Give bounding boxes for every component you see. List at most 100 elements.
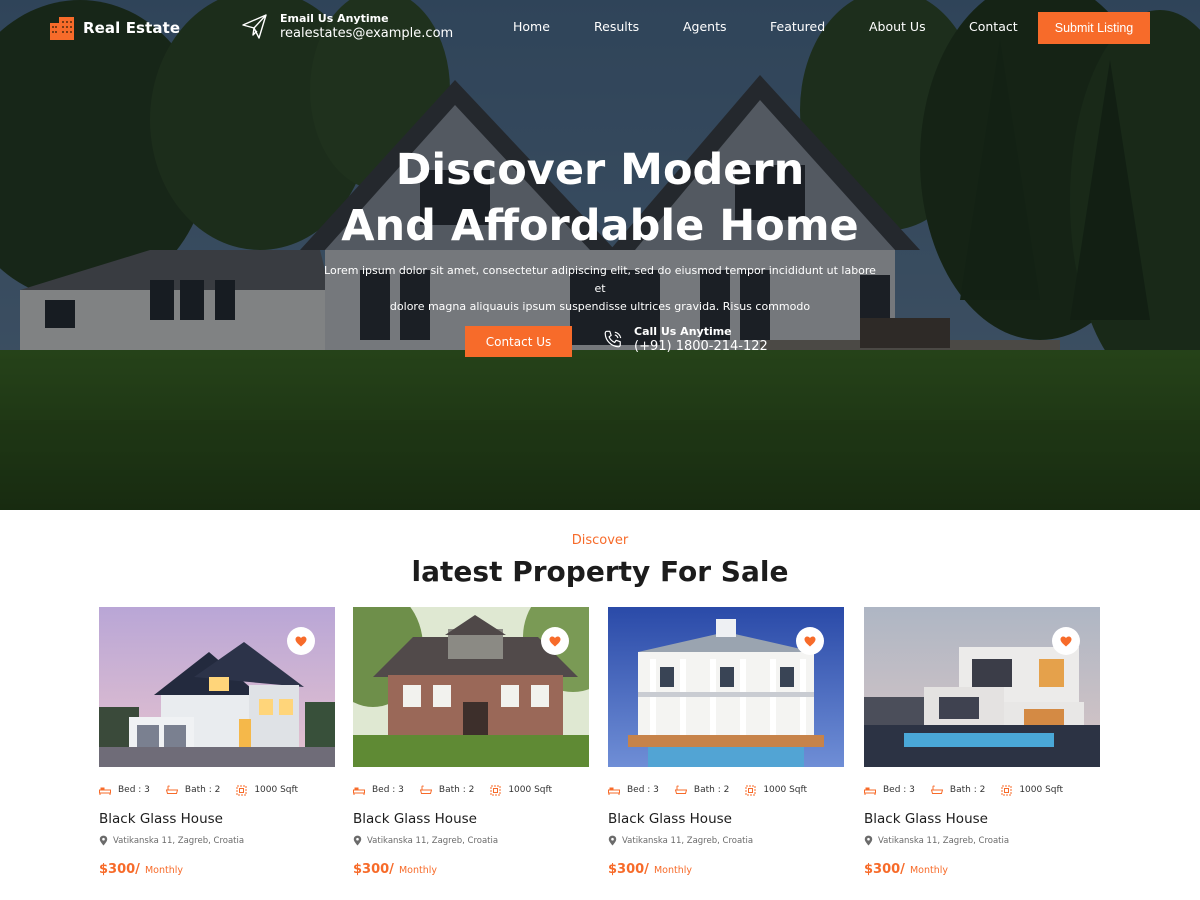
- bed-icon: [608, 787, 620, 795]
- bathtub-icon: [674, 785, 687, 794]
- property-card[interactable]: Bed : 3 Bath : 2 1000 Sqft Black Glass H…: [99, 607, 335, 892]
- bed-count: Bed : 3: [627, 785, 659, 795]
- bathtub-icon: [165, 785, 178, 794]
- property-card[interactable]: Bed : 3 Bath : 2 1000 Sqft Black Glass H…: [864, 607, 1100, 892]
- bath-feature: Bath : 2: [419, 785, 475, 795]
- map-pin-icon: [864, 835, 873, 846]
- property-features: Bed : 3 Bath : 2 1000 Sqft: [608, 783, 848, 797]
- bed-count: Bed : 3: [372, 785, 404, 795]
- property-card[interactable]: Bed : 3 Bath : 2 1000 Sqft Black Glass H…: [353, 607, 589, 892]
- nav-home[interactable]: Home: [513, 19, 550, 34]
- property-price: $300/ Monthly: [353, 862, 437, 877]
- hero-title-line-2: And Affordable Home: [341, 201, 859, 251]
- bath-count: Bath : 2: [693, 785, 730, 795]
- heart-icon: [804, 636, 816, 646]
- bath-count: Bath : 2: [184, 785, 221, 795]
- area-size: 1000 Sqft: [763, 785, 808, 795]
- bath-feature: Bath : 2: [165, 785, 221, 795]
- area-feature: 1000 Sqft: [490, 785, 552, 796]
- property-address: Vatikanska 11, Zagreb, Croatia: [608, 835, 753, 846]
- map-pin-icon: [353, 835, 362, 846]
- nav-featured[interactable]: Featured: [770, 19, 825, 34]
- bath-feature: Bath : 2: [930, 785, 986, 795]
- hero-banner: Real Estate Email Us Anytime realestates…: [0, 0, 1200, 510]
- nav-results[interactable]: Results: [594, 19, 639, 34]
- call-number[interactable]: (+91) 1800-214-122: [634, 339, 768, 354]
- favorite-button[interactable]: [796, 627, 824, 655]
- hero-description: Lorem ipsum dolor sit amet, consectetur …: [320, 262, 880, 316]
- bed-count: Bed : 3: [883, 785, 915, 795]
- bath-feature: Bath : 2: [674, 785, 730, 795]
- property-features: Bed : 3 Bath : 2 1000 Sqft: [864, 783, 1104, 797]
- address-text: Vatikanska 11, Zagreb, Croatia: [367, 835, 499, 846]
- section-kicker: Discover: [571, 533, 629, 548]
- bed-feature: Bed : 3: [608, 785, 659, 795]
- hero-title-line-1: Discover Modern: [395, 145, 805, 195]
- nav-about-us[interactable]: About Us: [869, 19, 926, 34]
- contact-us-button[interactable]: Contact Us: [465, 326, 572, 357]
- call-contact[interactable]: Call Us Anytime (+91) 1800-214-122: [602, 325, 768, 354]
- favorite-button[interactable]: [541, 627, 569, 655]
- nav-agents[interactable]: Agents: [683, 19, 727, 34]
- price-value: $300/: [99, 862, 140, 877]
- bed-feature: Bed : 3: [864, 785, 915, 795]
- area-feature: 1000 Sqft: [1001, 785, 1063, 796]
- call-label: Call Us Anytime: [634, 325, 732, 338]
- property-title[interactable]: Black Glass House: [353, 811, 477, 827]
- area-icon: [745, 785, 756, 795]
- address-text: Vatikanska 11, Zagreb, Croatia: [622, 835, 754, 846]
- bed-feature: Bed : 3: [99, 785, 150, 795]
- submit-listing-button[interactable]: Submit Listing: [1038, 12, 1150, 44]
- address-text: Vatikanska 11, Zagreb, Croatia: [113, 835, 245, 846]
- heart-icon: [549, 636, 561, 646]
- property-address: Vatikanska 11, Zagreb, Croatia: [99, 835, 244, 846]
- property-price: $300/ Monthly: [864, 862, 948, 877]
- section-title: latest Property For Sale: [411, 555, 789, 588]
- bed-feature: Bed : 3: [353, 785, 404, 795]
- phone-icon: [604, 330, 622, 347]
- price-value: $300/: [608, 862, 649, 877]
- price-value: $300/: [353, 862, 394, 877]
- bed-icon: [353, 787, 365, 795]
- hero-description-line-1: Lorem ipsum dolor sit amet, consectetur …: [324, 264, 876, 295]
- property-card[interactable]: Bed : 3 Bath : 2 1000 Sqft Black Glass H…: [608, 607, 844, 892]
- property-address: Vatikanska 11, Zagreb, Croatia: [353, 835, 498, 846]
- nav-contact[interactable]: Contact: [969, 19, 1018, 34]
- price-period: Monthly: [144, 865, 183, 876]
- bathtub-icon: [419, 785, 432, 794]
- bed-icon: [864, 787, 876, 795]
- area-size: 1000 Sqft: [254, 785, 299, 795]
- property-features: Bed : 3 Bath : 2 1000 Sqft: [99, 783, 339, 797]
- property-title[interactable]: Black Glass House: [864, 811, 988, 827]
- property-address: Vatikanska 11, Zagreb, Croatia: [864, 835, 1009, 846]
- property-title[interactable]: Black Glass House: [608, 811, 732, 827]
- price-period: Monthly: [398, 865, 437, 876]
- hero-title: Discover Modern And Affordable Home: [0, 142, 1200, 254]
- map-pin-icon: [99, 835, 108, 846]
- price-value: $300/: [864, 862, 905, 877]
- address-text: Vatikanska 11, Zagreb, Croatia: [878, 835, 1010, 846]
- favorite-button[interactable]: [287, 627, 315, 655]
- bath-count: Bath : 2: [949, 785, 986, 795]
- property-features: Bed : 3 Bath : 2 1000 Sqft: [353, 783, 593, 797]
- bath-count: Bath : 2: [438, 785, 475, 795]
- area-icon: [236, 785, 247, 795]
- property-price: $300/ Monthly: [608, 862, 692, 877]
- hero-description-line-2: dolore magna aliquauis ipsum suspendisse…: [389, 300, 811, 313]
- main-nav: Home Results Agents Featured About Us Co…: [0, 19, 1200, 37]
- area-size: 1000 Sqft: [1019, 785, 1064, 795]
- area-icon: [1001, 785, 1012, 795]
- heart-icon: [1060, 636, 1072, 646]
- area-size: 1000 Sqft: [508, 785, 553, 795]
- price-period: Monthly: [909, 865, 948, 876]
- bathtub-icon: [930, 785, 943, 794]
- favorite-button[interactable]: [1052, 627, 1080, 655]
- area-feature: 1000 Sqft: [236, 785, 298, 796]
- area-icon: [490, 785, 501, 795]
- hero-overlay: [0, 0, 1200, 510]
- bed-count: Bed : 3: [118, 785, 150, 795]
- property-title[interactable]: Black Glass House: [99, 811, 223, 827]
- bed-icon: [99, 787, 111, 795]
- map-pin-icon: [608, 835, 617, 846]
- property-price: $300/ Monthly: [99, 862, 183, 877]
